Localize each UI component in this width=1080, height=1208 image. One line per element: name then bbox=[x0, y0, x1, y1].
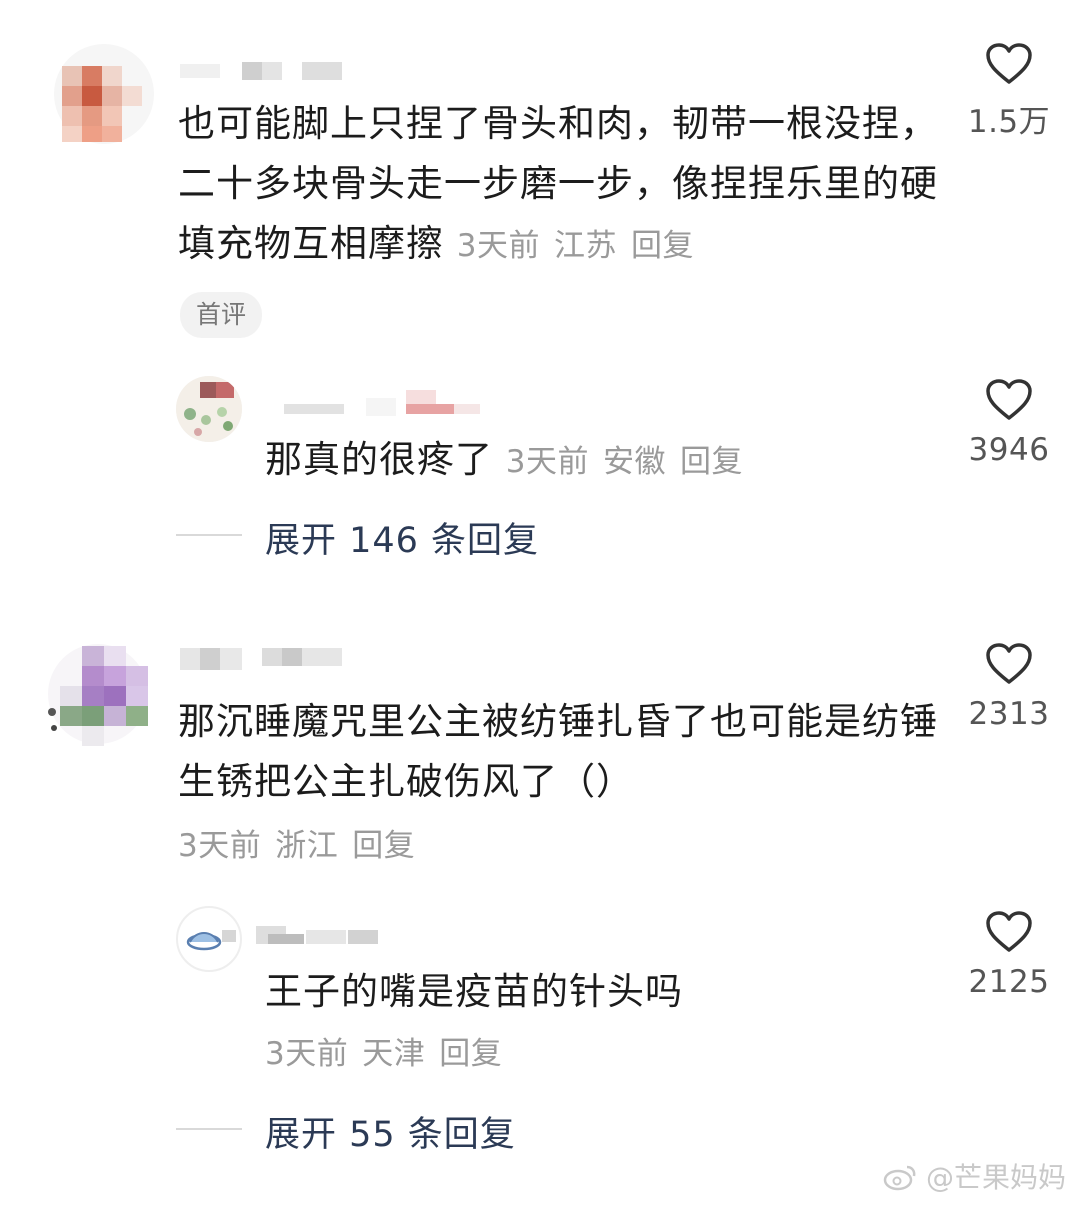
like-count: 2313 bbox=[968, 696, 1050, 732]
like-button[interactable]: 2125 bbox=[954, 910, 1064, 1000]
avatar-pixelated-image bbox=[48, 644, 148, 746]
heart-icon bbox=[986, 911, 1032, 952]
comment-meta: 3天前 天津 回复 bbox=[265, 1024, 502, 1084]
comment-location: 安徽 bbox=[603, 444, 666, 480]
expand-divider bbox=[176, 534, 242, 536]
like-button[interactable]: 3946 bbox=[954, 378, 1064, 468]
comment-time: 3天前 bbox=[178, 828, 262, 864]
username-blurred[interactable] bbox=[180, 646, 360, 680]
reply-button[interactable]: 回复 bbox=[439, 1036, 502, 1072]
comment-time: 3天前 bbox=[265, 1036, 349, 1072]
avatar-pixelated-image bbox=[176, 376, 242, 442]
username-blurred[interactable] bbox=[256, 384, 496, 428]
comment-time: 3天前 bbox=[505, 444, 589, 480]
comment-meta: 3天前 安徽 回复 bbox=[506, 444, 743, 480]
avatar-pixelated-image bbox=[54, 44, 154, 144]
comment-location: 浙江 bbox=[275, 828, 339, 864]
like-button[interactable]: 2313 bbox=[954, 642, 1064, 732]
comment-list: 也可能脚上只捏了骨头和肉，韧带一根没捏，二十多块骨头走一步磨一步，像捏捏乐里的硬… bbox=[0, 0, 1080, 1208]
heart-icon bbox=[986, 643, 1032, 684]
expand-divider bbox=[176, 1128, 242, 1130]
avatar-pixelated-image bbox=[186, 930, 236, 951]
expand-replies-button[interactable]: 展开 146 条回复 bbox=[265, 512, 539, 563]
comment-location: 天津 bbox=[362, 1036, 426, 1072]
reply-button[interactable]: 回复 bbox=[631, 228, 694, 264]
expand-replies-button[interactable]: 展开 55 条回复 bbox=[265, 1106, 516, 1157]
heart-icon bbox=[986, 43, 1032, 84]
watermark: @芒果妈妈 bbox=[883, 1156, 1066, 1196]
avatar[interactable] bbox=[176, 376, 242, 442]
reply-button[interactable]: 回复 bbox=[352, 828, 415, 864]
reply-text: 那真的很疼了 3天前 安徽 回复 bbox=[265, 438, 743, 481]
avatar[interactable] bbox=[176, 906, 242, 972]
comment-time: 3天前 bbox=[456, 228, 540, 264]
weibo-icon bbox=[883, 1165, 916, 1191]
comment-text: 也可能脚上只捏了骨头和肉，韧带一根没捏，二十多块骨头走一步磨一步，像捏捏乐里的硬… bbox=[178, 102, 938, 265]
watermark-text: @芒果妈妈 bbox=[925, 1161, 1066, 1194]
comment-meta: 3天前 江苏 回复 bbox=[457, 228, 694, 264]
like-count: 3946 bbox=[968, 432, 1050, 468]
avatar[interactable] bbox=[44, 642, 162, 748]
comment-text: 那沉睡魔咒里公主被纺锤扎昏了也可能是纺锤生锈把公主扎破伤风了（） bbox=[178, 700, 938, 803]
username-blurred[interactable] bbox=[256, 920, 416, 954]
comment-location: 江苏 bbox=[554, 228, 617, 264]
reply-text: 王子的嘴是疫苗的针头吗 bbox=[265, 970, 683, 1013]
avatar[interactable] bbox=[48, 44, 160, 144]
like-count: 2125 bbox=[968, 964, 1050, 1000]
heart-icon bbox=[986, 379, 1032, 420]
comment-meta: 3天前 浙江 回复 bbox=[178, 816, 415, 876]
like-button[interactable]: 1.5万 bbox=[954, 42, 1064, 141]
reply-button[interactable]: 回复 bbox=[680, 444, 743, 480]
username-blurred[interactable] bbox=[180, 60, 360, 86]
first-comment-badge: 首评 bbox=[180, 292, 263, 338]
like-count: 1.5万 bbox=[967, 104, 1051, 140]
